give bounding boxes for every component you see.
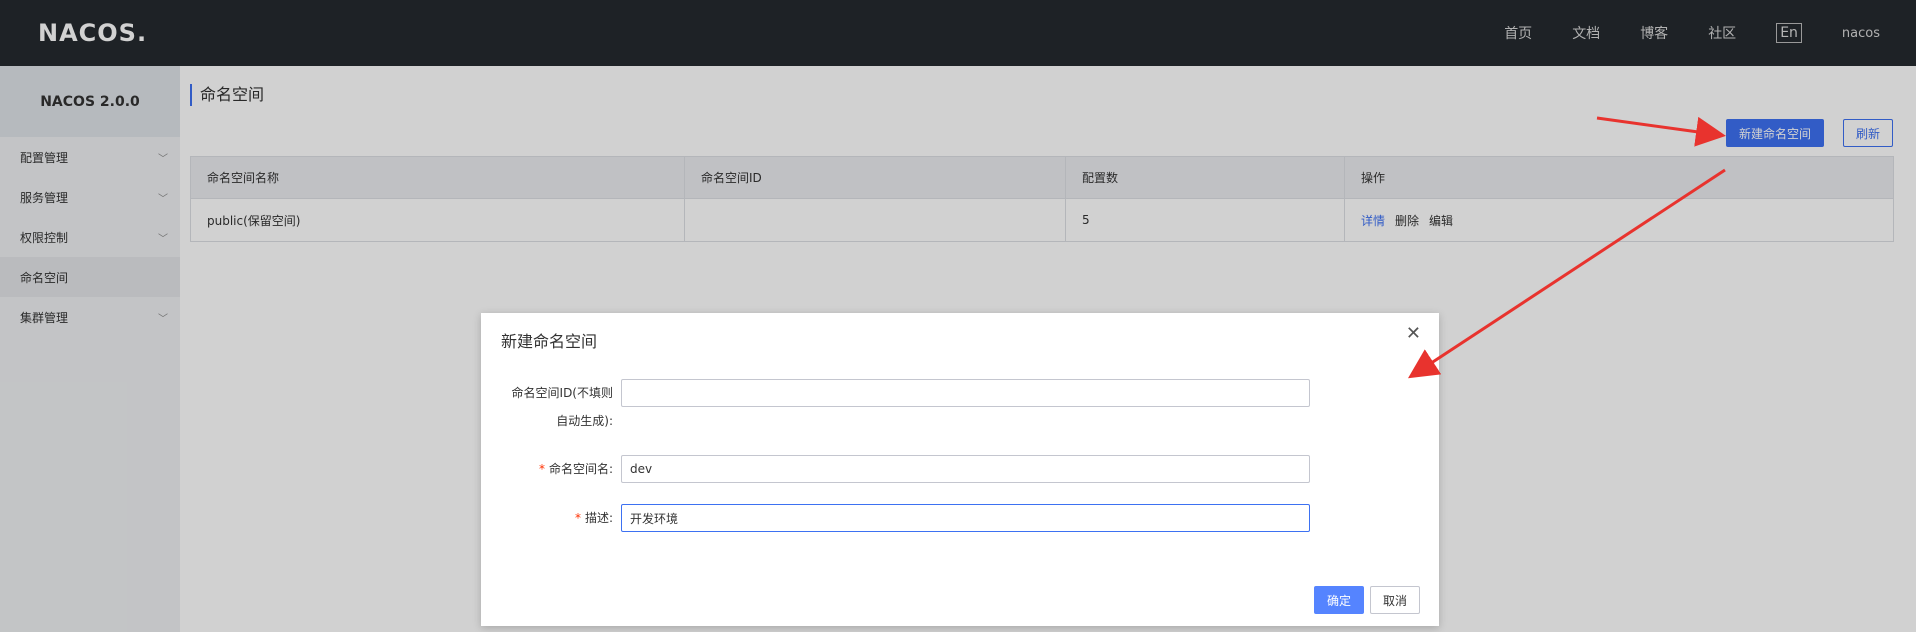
dialog-title: 新建命名空间 bbox=[501, 332, 598, 351]
namespace-name-input[interactable] bbox=[621, 455, 1310, 483]
confirm-button[interactable]: 确定 bbox=[1314, 586, 1364, 614]
namespace-id-label: 命名空间ID(不填则 自动生成): bbox=[511, 386, 613, 428]
cancel-button[interactable]: 取消 bbox=[1370, 586, 1420, 614]
new-namespace-dialog: 新建命名空间 ✕ 命名空间ID(不填则 自动生成): *命名空间名: *描述: … bbox=[481, 313, 1439, 626]
close-icon[interactable]: ✕ bbox=[1406, 323, 1421, 344]
description-label: * 描述: bbox=[574, 511, 613, 525]
namespace-id-input[interactable] bbox=[621, 379, 1310, 407]
namespace-name-label: * 命名空间名: bbox=[538, 462, 613, 476]
description-input[interactable] bbox=[621, 504, 1310, 532]
